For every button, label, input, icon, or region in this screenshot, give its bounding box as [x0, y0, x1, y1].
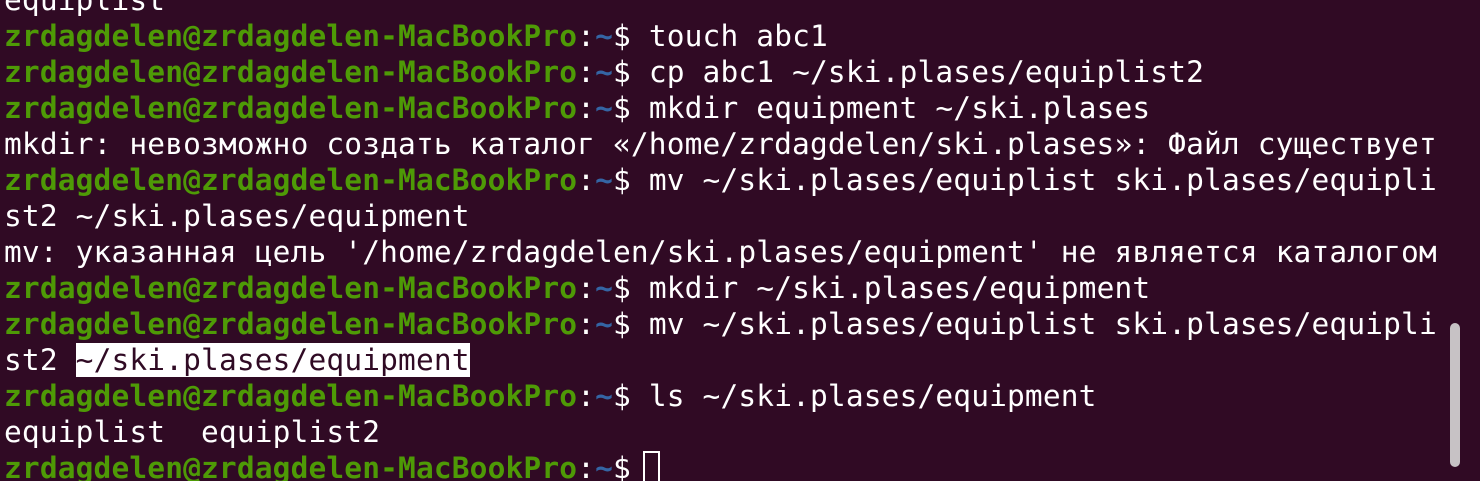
prompt-colon: : — [577, 307, 596, 341]
command-text: ls ~/ski.plases/equipment — [630, 379, 1097, 413]
prompt-symbol: $ — [612, 379, 631, 413]
user-host: zrdagdelen@zrdagdelen-MacBookPro — [4, 379, 578, 413]
wrapped-command-text: st2 — [4, 343, 76, 377]
prompt-colon: : — [577, 19, 596, 53]
output-line: mkdir: невозможно создать каталог «/home… — [4, 126, 1446, 162]
user-host: zrdagdelen@zrdagdelen-MacBookPro — [4, 19, 578, 53]
user-host: zrdagdelen@zrdagdelen-MacBookPro — [4, 307, 578, 341]
selected-text[interactable]: ~/ski.plases/equipment — [75, 343, 470, 377]
error-text: mv: указанная цель '/home/zrdagdelen/ski… — [4, 235, 1437, 269]
output-line: st2 ~/ski.plases/equipment — [4, 342, 1446, 378]
prompt-path: ~ — [595, 91, 613, 125]
prompt-path: ~ — [595, 163, 613, 197]
prompt-line: zrdagdelen@zrdagdelen-MacBookPro:~$ mv ~… — [4, 306, 1446, 342]
user-host: zrdagdelen@zrdagdelen-MacBookPro — [4, 91, 578, 125]
error-text: mkdir: невозможно создать каталог «/home… — [4, 127, 1437, 161]
user-host: zrdagdelen@zrdagdelen-MacBookPro — [4, 451, 578, 481]
prompt-path: ~ — [595, 379, 613, 413]
prompt-colon: : — [577, 163, 596, 197]
prompt-line: zrdagdelen@zrdagdelen-MacBookPro:~$ ls ~… — [4, 378, 1446, 414]
user-host: zrdagdelen@zrdagdelen-MacBookPro — [4, 55, 578, 89]
prompt-symbol: $ — [612, 19, 631, 53]
output-line: st2 ~/ski.plases/equipment — [4, 198, 1446, 234]
prompt-path: ~ — [595, 19, 613, 53]
user-host: zrdagdelen@zrdagdelen-MacBookPro — [4, 163, 578, 197]
command-text: mkdir equipment ~/ski.plases — [630, 91, 1151, 125]
prompt-line: zrdagdelen@zrdagdelen-MacBookPro:~$ cp a… — [4, 54, 1446, 90]
command-text: mv ~/ski.plases/equiplist ski.plases/equ… — [630, 307, 1437, 341]
prompt-path: ~ — [595, 55, 613, 89]
prompt-colon: : — [577, 379, 596, 413]
vertical-scrollbar[interactable] — [1450, 323, 1460, 467]
prompt-line: zrdagdelen@zrdagdelen-MacBookPro:~$ mv ~… — [4, 162, 1446, 198]
prompt-symbol: $ — [612, 91, 631, 125]
ls-output-text: equiplist equiplist2 — [4, 415, 381, 449]
terminal-window[interactable]: equiplist zrdagdelen@zrdagdelen-MacBookP… — [0, 0, 1480, 481]
user-host: zrdagdelen@zrdagdelen-MacBookPro — [4, 271, 578, 305]
command-text: mv ~/ski.plases/equiplist ski.plases/equ… — [630, 163, 1437, 197]
prompt-symbol: $ — [612, 271, 631, 305]
prompt-line: zrdagdelen@zrdagdelen-MacBookPro:~$ mkdi… — [4, 270, 1446, 306]
output-line: mv: указанная цель '/home/zrdagdelen/ski… — [4, 234, 1446, 270]
text-cursor — [642, 451, 660, 481]
command-text: cp abc1 ~/ski.plases/equiplist2 — [630, 55, 1205, 89]
prompt-symbol: $ — [612, 163, 631, 197]
prompt-colon: : — [577, 91, 596, 125]
prompt-path: ~ — [595, 271, 613, 305]
prompt-path: ~ — [595, 307, 613, 341]
prompt-colon: : — [577, 55, 596, 89]
prompt-symbol: $ — [612, 307, 631, 341]
prompt-colon: : — [577, 271, 596, 305]
output-line: equiplist equiplist2 — [4, 414, 1446, 450]
prompt-path: ~ — [595, 451, 613, 481]
prompt-symbol: $ — [612, 451, 631, 481]
wrapped-command-text: st2 ~/ski.plases/equipment — [4, 199, 470, 233]
prompt-line: zrdagdelen@zrdagdelen-MacBookPro:~$ mkdi… — [4, 90, 1446, 126]
command-text: mkdir ~/ski.plases/equipment — [630, 271, 1151, 305]
prompt-colon: : — [577, 451, 596, 481]
prompt-line-current[interactable]: zrdagdelen@zrdagdelen-MacBookPro:~$ — [4, 450, 1446, 481]
output-line: equiplist — [4, 0, 1446, 18]
prompt-symbol: $ — [612, 55, 631, 89]
prompt-line: zrdagdelen@zrdagdelen-MacBookPro:~$ touc… — [4, 18, 1446, 54]
terminal-output[interactable]: equiplist zrdagdelen@zrdagdelen-MacBookP… — [4, 0, 1446, 481]
output-text: equiplist — [4, 0, 166, 17]
command-text: touch abc1 — [630, 19, 828, 53]
